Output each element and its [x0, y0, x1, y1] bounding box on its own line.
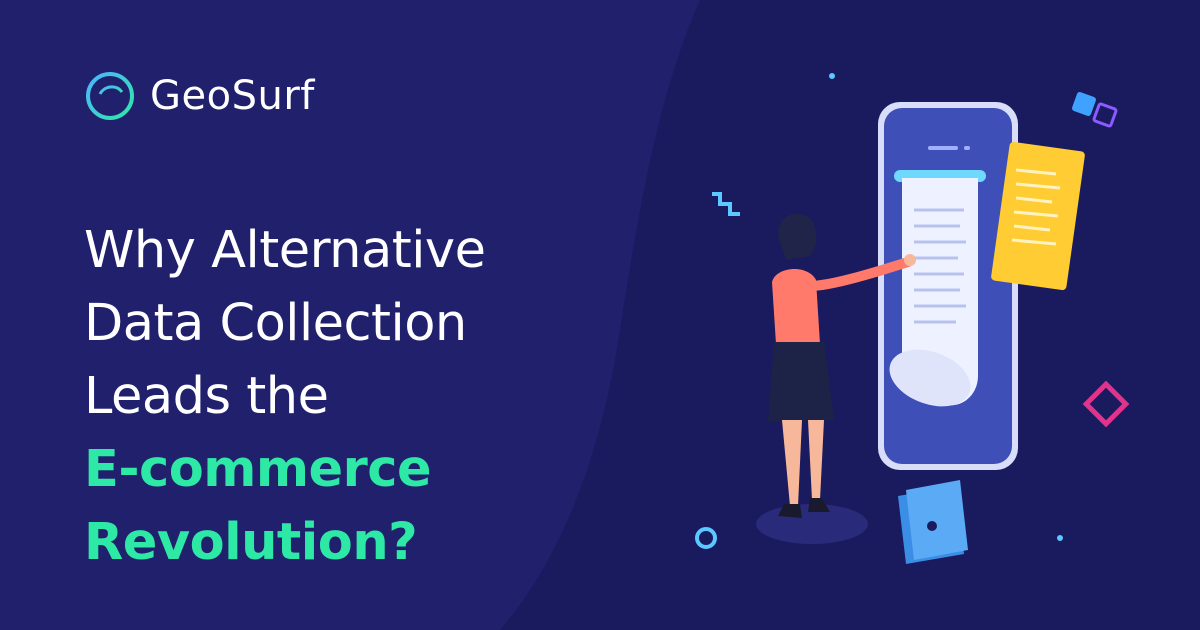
dot-icon	[829, 73, 835, 79]
illustration	[695, 73, 1130, 564]
banner: GeoSurf Why Alternative Data Collection …	[0, 0, 1200, 630]
title-accent-line-1: E-commerce	[84, 440, 432, 499]
logo[interactable]: GeoSurf	[84, 68, 315, 124]
page-title: Why Alternative Data Collection Leads th…	[84, 214, 644, 579]
cube-icon	[1072, 92, 1118, 128]
ring-icon	[695, 527, 717, 549]
title-line-1: Why Alternative	[84, 221, 486, 280]
zigzag-icon	[712, 192, 740, 216]
diamond-icon	[1082, 380, 1130, 428]
title-line-3: Leads the	[84, 367, 329, 426]
title-line-2: Data Collection	[84, 294, 467, 353]
wallet-icon	[898, 480, 968, 564]
geosurf-logo-icon	[86, 72, 134, 120]
dot-icon	[1057, 535, 1063, 541]
brand-name: GeoSurf	[150, 73, 315, 119]
title-accent-line-2: Revolution?	[84, 513, 418, 572]
